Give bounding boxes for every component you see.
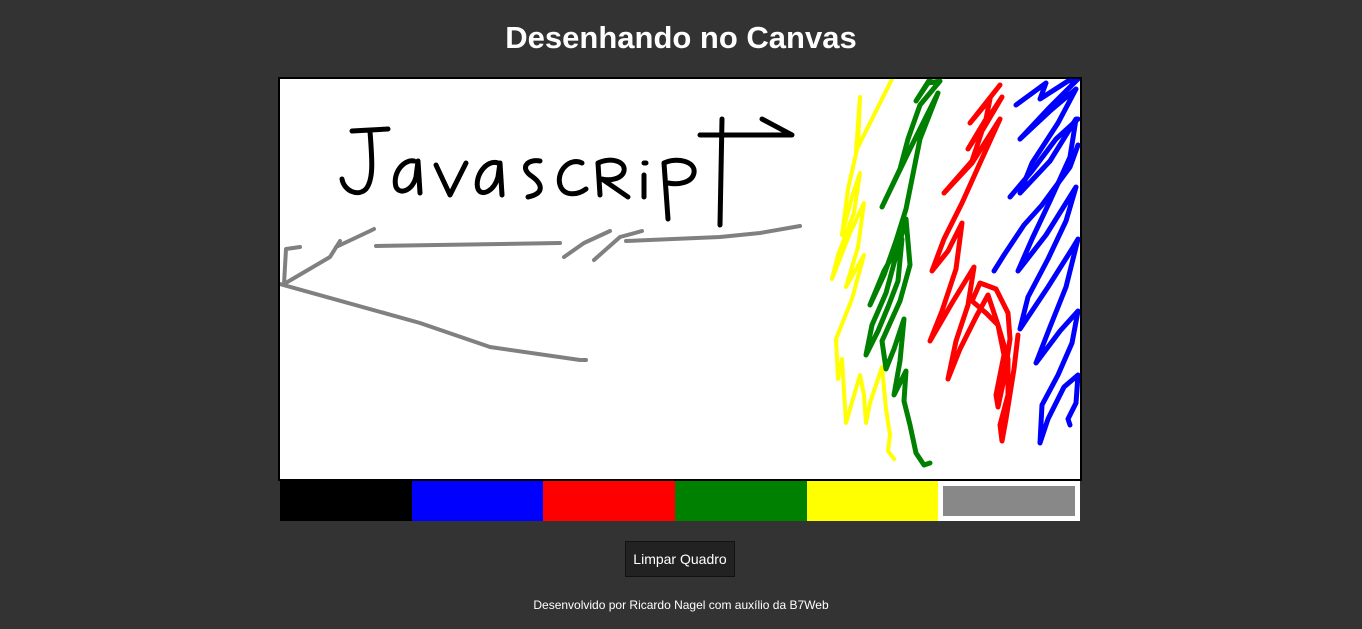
page-title: Desenhando no Canvas bbox=[505, 20, 857, 55]
stroke-gray bbox=[280, 224, 802, 362]
color-swatch-black[interactable] bbox=[280, 481, 412, 521]
footer-credit: Desenvolvido por Ricardo Nagel com auxíl… bbox=[533, 598, 829, 612]
clear-canvas-button[interactable]: Limpar Quadro bbox=[625, 541, 735, 577]
canvas-drawing[interactable] bbox=[280, 79, 1080, 479]
stroke-javascript-text bbox=[339, 116, 795, 228]
color-swatch-yellow[interactable] bbox=[806, 481, 939, 521]
drawing-canvas[interactable] bbox=[278, 77, 1082, 481]
color-swatch-red[interactable] bbox=[543, 481, 676, 521]
color-palette bbox=[280, 481, 1081, 521]
stroke-green bbox=[863, 79, 943, 468]
color-swatch-blue[interactable] bbox=[411, 481, 544, 521]
color-swatch-gray[interactable] bbox=[938, 481, 1081, 521]
color-swatch-green[interactable] bbox=[675, 481, 807, 521]
page: Desenhando no Canvas Limpar Quadro Desen… bbox=[0, 0, 1362, 629]
stroke-red bbox=[927, 82, 1021, 444]
